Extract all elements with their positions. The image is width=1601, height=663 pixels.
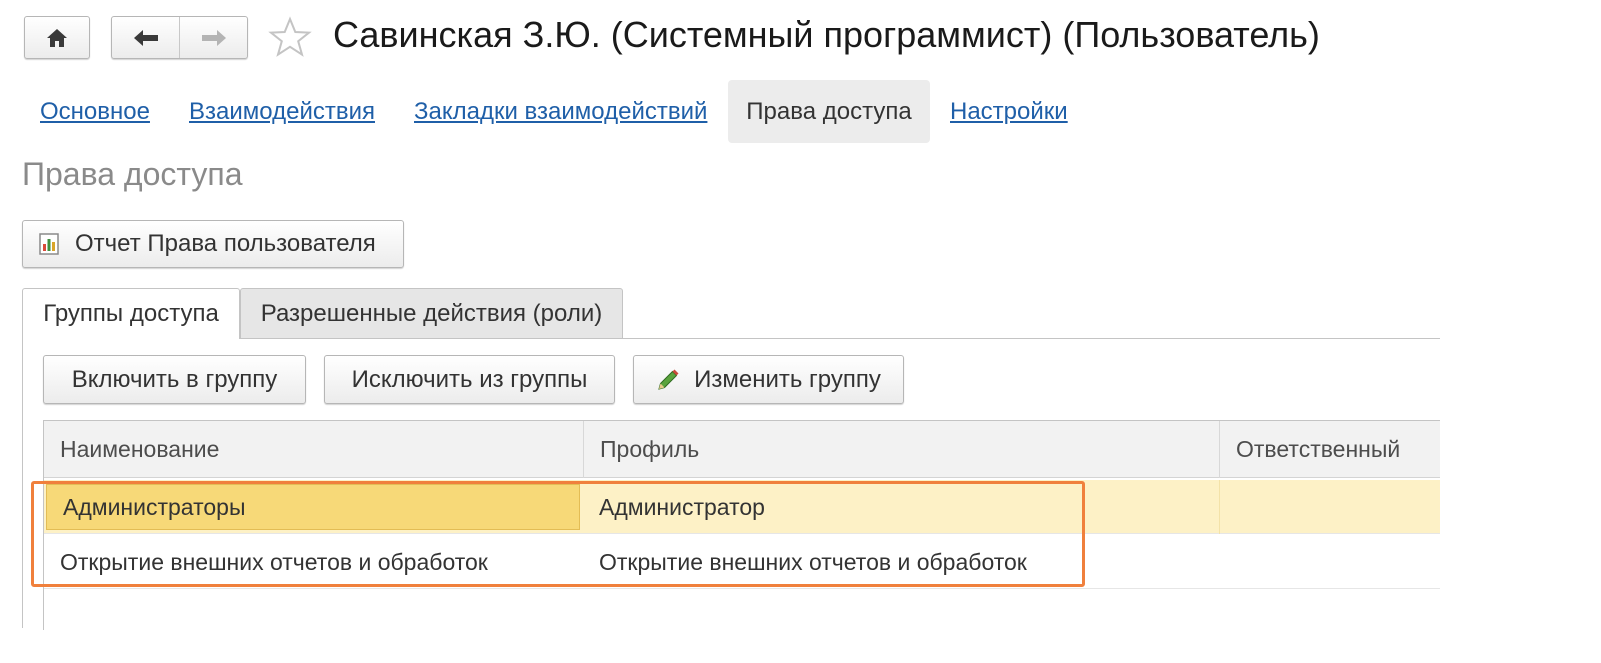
change-group-button[interactable]: Изменить группу: [633, 355, 904, 404]
cell-profile[interactable]: Администратор: [583, 480, 1219, 534]
favorite-star-icon[interactable]: [268, 16, 312, 60]
history-navigation: [111, 16, 248, 59]
back-button[interactable]: [112, 17, 180, 58]
report-chart-icon: [39, 233, 59, 255]
cell-responsible[interactable]: [1219, 535, 1440, 589]
home-button[interactable]: [24, 16, 90, 59]
include-in-group-button[interactable]: Включить в группу: [43, 355, 306, 404]
report-button-label: Отчет Права пользователя: [75, 230, 376, 257]
table-row[interactable]: Администраторы Администратор: [44, 480, 1440, 534]
column-header-name[interactable]: Наименование: [44, 421, 584, 478]
table-row[interactable]: Открытие внешних отчетов и обработок Отк…: [44, 535, 1440, 589]
section-navigation: Основное Взаимодействия Закладки взаимод…: [0, 80, 1300, 143]
tab-access-groups[interactable]: Группы доступа: [22, 288, 240, 339]
tab-interactions[interactable]: Взаимодействия: [189, 80, 375, 143]
tab-main[interactable]: Основное: [40, 80, 150, 143]
section-title: Права доступа: [22, 156, 243, 192]
tab-interaction-bookmarks[interactable]: Закладки взаимодействий: [414, 80, 707, 143]
window-title: Савинская З.Ю. (Системный программист) (…: [333, 14, 1320, 55]
table-header: Наименование Профиль Ответственный: [44, 421, 1440, 478]
arrow-right-icon: [201, 29, 226, 46]
change-group-label: Изменить группу: [694, 365, 881, 393]
forward-button[interactable]: [180, 17, 247, 58]
tab-access-rights[interactable]: Права доступа: [728, 80, 930, 143]
arrow-left-icon: [133, 29, 158, 46]
cell-profile[interactable]: Открытие внешних отчетов и обработок: [583, 535, 1219, 589]
column-header-profile[interactable]: Профиль: [584, 421, 1220, 478]
cell-name[interactable]: Открытие внешних отчетов и обработок: [44, 535, 583, 589]
pencil-icon: [658, 369, 679, 390]
column-header-responsible[interactable]: Ответственный: [1220, 421, 1441, 478]
cell-responsible[interactable]: [1219, 480, 1440, 534]
tab-settings[interactable]: Настройки: [950, 80, 1068, 143]
user-rights-report-button[interactable]: Отчет Права пользователя: [22, 220, 404, 268]
exclude-from-group-button[interactable]: Исключить из группы: [324, 355, 615, 404]
panel-border: [22, 338, 23, 628]
home-icon: [47, 28, 67, 47]
cell-name[interactable]: Администраторы: [46, 484, 580, 530]
tab-allowed-actions[interactable]: Разрешенные действия (роли): [240, 288, 623, 339]
